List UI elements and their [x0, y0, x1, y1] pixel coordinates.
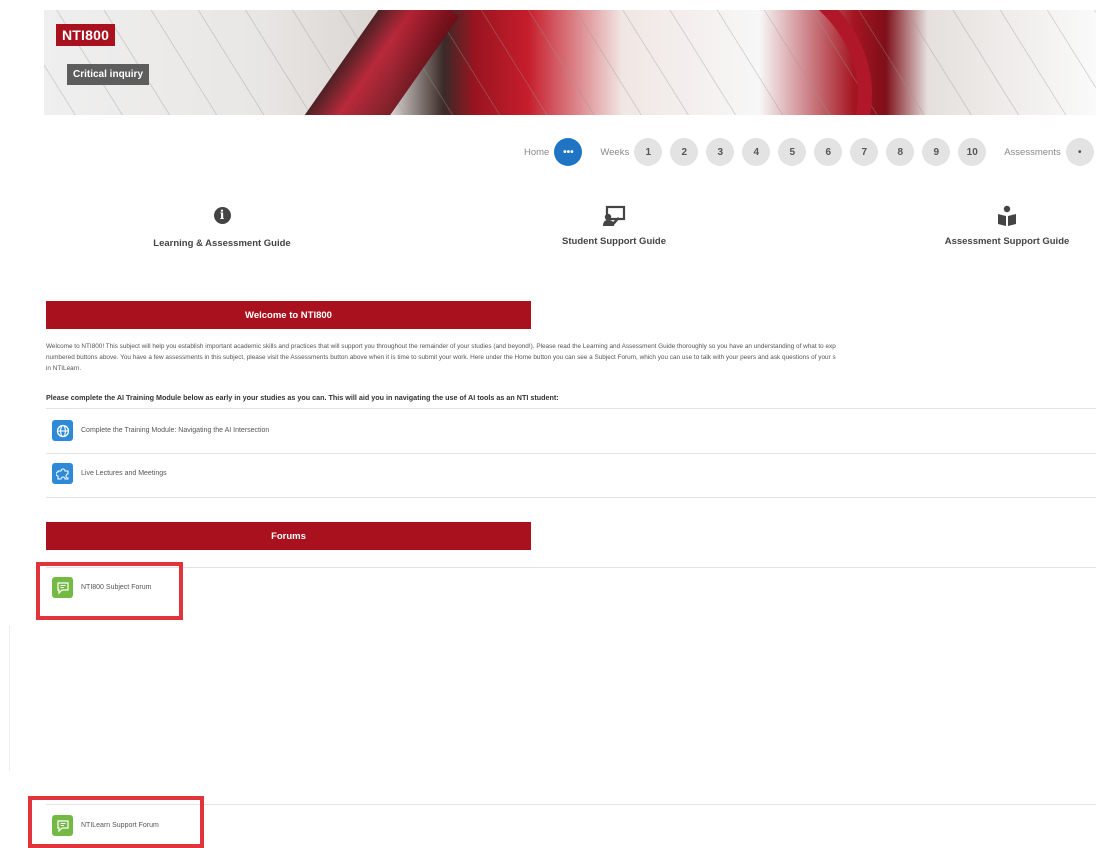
course-navigation: Home ••• Weeks 1 2 3 4 5 6 7 8 9 10 Asse…: [524, 138, 1094, 166]
globe-icon: [52, 420, 73, 441]
guide-label: Learning & Assessment Guide: [153, 238, 291, 249]
welcome-line: numbered buttons above. You have a few a…: [46, 354, 836, 361]
welcome-line: Welcome to NTI800! This subject will hel…: [46, 343, 836, 350]
live-lectures-link[interactable]: Live Lectures and Meetings: [52, 463, 167, 484]
guide-label: Assessment Support Guide: [944, 236, 1070, 247]
banner-decoration: [298, 10, 460, 115]
guide-label: Student Support Guide: [562, 236, 666, 247]
nav-home-button[interactable]: •••: [554, 138, 583, 166]
reading-person-icon: [995, 205, 1019, 227]
nav-week-8-button[interactable]: 8: [886, 138, 915, 166]
divider: [46, 567, 1096, 568]
welcome-line: in NTILearn.: [46, 365, 82, 372]
ai-training-note: Please complete the AI Training Module b…: [46, 393, 559, 402]
presentation-icon: [602, 205, 626, 227]
highlight-box: [36, 562, 183, 620]
divider: [46, 497, 1096, 498]
forums-header: Forums: [46, 522, 531, 550]
nav-weeks-label: Weeks: [600, 146, 630, 158]
nav-week-9-button[interactable]: 9: [922, 138, 951, 166]
assessment-support-guide-link[interactable]: Assessment Support Guide: [937, 205, 1077, 249]
course-banner: [44, 10, 1096, 115]
student-support-guide-link[interactable]: Student Support Guide: [554, 205, 674, 249]
puzzle-icon: [52, 463, 73, 484]
divider: [9, 625, 10, 771]
nav-assessments-label: Assessments: [1004, 146, 1061, 158]
ai-training-module-link[interactable]: Complete the Training Module: Navigating…: [52, 420, 269, 441]
nav-week-2-button[interactable]: 2: [670, 138, 699, 166]
activity-label: Complete the Training Module: Navigating…: [81, 427, 270, 434]
divider: [46, 408, 1096, 409]
welcome-header: Welcome to NTI800: [46, 301, 531, 329]
info-icon: i: [210, 207, 234, 229]
course-name: Critical inquiry: [67, 64, 150, 85]
divider: [46, 453, 1096, 454]
highlight-box: [28, 796, 204, 848]
banner-decoration-arc: [514, 10, 872, 115]
nav-week-1-button[interactable]: 1: [634, 138, 663, 166]
activity-label: Live Lectures and Meetings: [81, 470, 167, 477]
nav-week-10-button[interactable]: 10: [958, 138, 987, 166]
nav-assessments-button[interactable]: •: [1065, 138, 1094, 166]
nav-week-4-button[interactable]: 4: [742, 138, 771, 166]
learning-assessment-guide-link[interactable]: i Learning & Assessment Guide: [147, 205, 297, 251]
welcome-text: Welcome to NTI800! This subject will hel…: [46, 341, 1096, 374]
nav-week-5-button[interactable]: 5: [778, 138, 807, 166]
nav-week-3-button[interactable]: 3: [706, 138, 735, 166]
nav-week-6-button[interactable]: 6: [814, 138, 843, 166]
course-code: NTI800: [56, 24, 116, 46]
nav-week-7-button[interactable]: 7: [850, 138, 879, 166]
nav-home-label: Home: [524, 146, 550, 158]
